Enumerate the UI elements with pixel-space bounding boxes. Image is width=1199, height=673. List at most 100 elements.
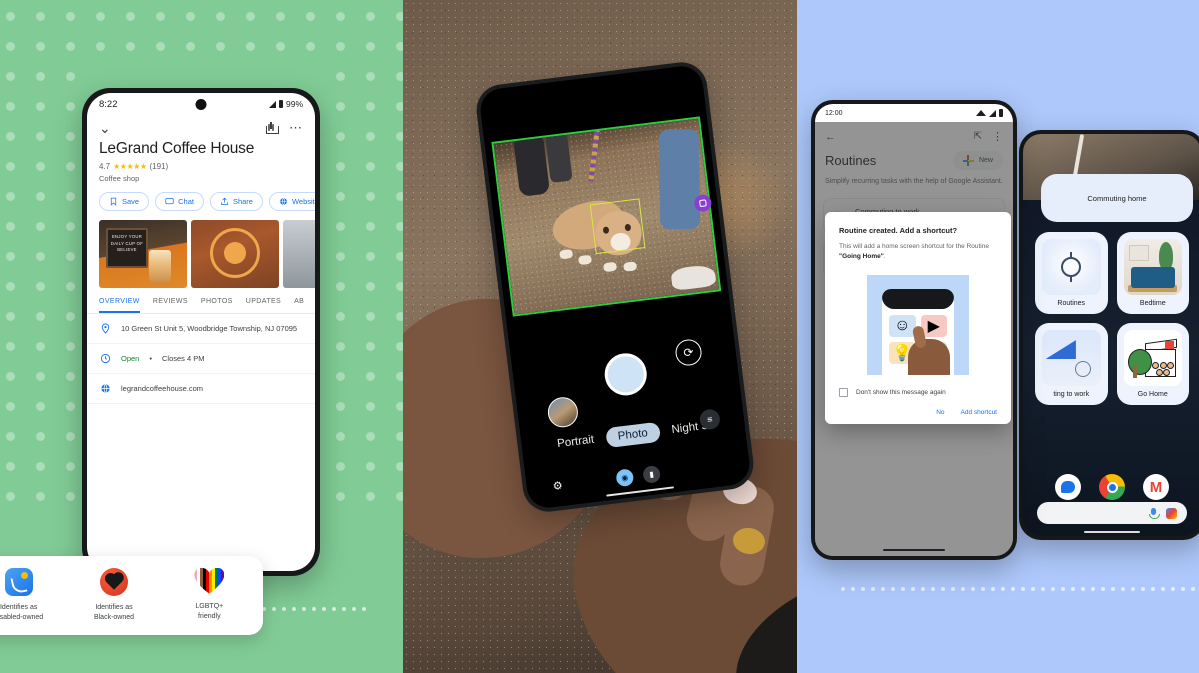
tab-about[interactable]: AB: [294, 298, 304, 313]
gmail-glyph: M: [1149, 478, 1163, 496]
page-title: LeGrand Coffee House: [99, 140, 255, 157]
widget-routines[interactable]: Routines: [1035, 232, 1108, 314]
mode-portrait[interactable]: Portrait: [557, 434, 595, 450]
attribute-lgbtq-friendly[interactable]: LGBTQ+ friendly: [162, 568, 257, 623]
dialog-body-part: This will add a home screen shortcut for…: [839, 243, 989, 250]
hours-row[interactable]: Open • Closes 4 PM: [87, 344, 315, 374]
rating-row: 4.7 ★★★★★ (191): [87, 158, 315, 171]
face-detection-box: [589, 198, 646, 255]
signal-icon: [989, 109, 996, 117]
camera-viewfinder-frame: [491, 116, 722, 317]
chat-icon: [165, 198, 174, 205]
flip-camera-icon[interactable]: ⟳: [674, 338, 704, 368]
detail-tabs: OVERVIEW REVIEWS PHOTOS UPDATES AB: [87, 288, 315, 314]
open-status: Open: [121, 354, 140, 363]
microphone-icon[interactable]: [1149, 507, 1160, 519]
dialog-body: This will add a home screen shortcut for…: [839, 242, 997, 263]
globe-icon: [99, 383, 111, 394]
tab-reviews[interactable]: REVIEWS: [153, 298, 188, 313]
home-indicator: [883, 548, 945, 551]
add-shortcut-dialog: Routine created. Add a shortcut? This wi…: [825, 212, 1011, 424]
globe-icon: [280, 197, 287, 206]
messages-app-icon[interactable]: [1055, 474, 1081, 500]
location-pin-icon: [99, 323, 111, 334]
bedtime-widget-icon: [1123, 239, 1182, 295]
pride-heart-icon: [194, 568, 224, 595]
business-photo[interactable]: ENJOY YOUR DAILY CUP OF BELIEVE: [99, 220, 187, 288]
address-row[interactable]: 10 Green St Unit 5, Woodbridge Township,…: [87, 314, 315, 344]
tab-photos[interactable]: PHOTOS: [201, 298, 233, 313]
shortcut-illustration: ☺ ▶ 💡 💬: [867, 274, 969, 375]
widget-label: Go Home: [1137, 391, 1168, 398]
share-icon: [221, 197, 228, 205]
business-photo[interactable]: [191, 220, 279, 288]
status-time: 8:22: [99, 98, 118, 110]
dialog-title: Routine created. Add a shortcut?: [839, 226, 958, 235]
save-button[interactable]: Save: [99, 192, 150, 211]
tab-updates[interactable]: UPDATES: [246, 298, 281, 313]
tab-overview[interactable]: OVERVIEW: [99, 298, 140, 313]
phone-maps: 8:22 99% ⌄ ⋯ LeGrand Coffee House 4.7 ★★…: [82, 88, 320, 576]
photo-capture-icon[interactable]: ◉: [615, 468, 635, 488]
checkbox-label: Don't show this message again: [856, 388, 946, 396]
share-icon[interactable]: [266, 122, 279, 134]
website-label: Website: [291, 197, 315, 206]
widget-commuting-home[interactable]: Commuting home: [1041, 174, 1193, 222]
more-options-icon[interactable]: ⋯: [289, 121, 303, 134]
search-bar[interactable]: [1037, 502, 1187, 524]
google-lens-icon[interactable]: [1166, 507, 1177, 519]
no-button[interactable]: No: [936, 409, 944, 416]
gmail-app-icon[interactable]: M: [1143, 474, 1169, 500]
panel-camera-photo: ⟳ Portrait Photo Night S ≡ ⚙ ◉ ▮: [403, 0, 797, 673]
disabled-owned-icon: [4, 567, 33, 596]
iced-coffee-cup: [149, 250, 171, 284]
signal-icon: [268, 100, 276, 108]
last-photo-thumbnail[interactable]: [546, 395, 580, 430]
widget-grid: Routines Bedtime ting to work Go Home: [1035, 232, 1189, 405]
website-url: legrandcoffeehouse.com: [121, 384, 204, 393]
hours-separator: •: [149, 354, 152, 363]
illustration-hand: [908, 338, 950, 375]
maps-top-bar: ⌄ ⋯: [87, 115, 315, 137]
wifi-icon: [976, 110, 986, 116]
go-home-widget-icon: [1123, 330, 1182, 386]
photo-strip: ENJOY YOUR DAILY CUP OF BELIEVE: [87, 211, 315, 288]
add-shortcut-button[interactable]: Add shortcut: [961, 409, 998, 416]
decorative-dot-row: [841, 587, 1199, 591]
black-owned-icon: [99, 567, 128, 596]
video-capture-icon[interactable]: ▮: [642, 464, 662, 484]
rating-value: 4.7: [99, 162, 111, 171]
share-label: Share: [232, 197, 253, 206]
action-chip-row: Save Chat Share Website: [87, 183, 315, 211]
website-button[interactable]: Website: [268, 192, 315, 211]
save-label: Save: [122, 197, 140, 206]
widget-commuting-to-work[interactable]: ting to work: [1035, 323, 1108, 405]
attribute-label: Identifies as Black-owned: [93, 603, 135, 621]
panel-maps: 8:22 99% ⌄ ⋯ LeGrand Coffee House 4.7 ★★…: [0, 0, 403, 673]
status-time: 12:00: [825, 109, 843, 117]
battery-icon: [999, 109, 1003, 117]
dont-show-checkbox[interactable]: [839, 387, 848, 397]
attribute-disabled-owned[interactable]: Identifies as disabled-owned: [0, 567, 66, 623]
business-attributes-card: Identifies as disabled-owned Identifies …: [0, 555, 263, 635]
person-jeans: [658, 129, 701, 230]
phone-home-screen: Commuting home Routines Bedtime ting to …: [1019, 130, 1199, 540]
widget-go-home[interactable]: Go Home: [1116, 323, 1189, 405]
chat-button[interactable]: Chat: [155, 192, 204, 211]
dialog-body-end: .: [883, 253, 886, 261]
attribute-black-owned[interactable]: Identifies as Black-owned: [66, 567, 161, 623]
chrome-app-icon[interactable]: [1099, 474, 1125, 500]
attribute-label: LGBTQ+ friendly: [195, 602, 224, 620]
dont-show-again-row[interactable]: Don't show this message again: [839, 387, 997, 397]
screenshot-stage: 8:22 99% ⌄ ⋯ LeGrand Coffee House 4.7 ★★…: [0, 0, 1199, 673]
widget-bedtime[interactable]: Bedtime: [1116, 232, 1189, 314]
chevron-down-icon[interactable]: ⌄: [99, 121, 111, 135]
share-button[interactable]: Share: [209, 192, 263, 211]
mode-photo[interactable]: Photo: [604, 421, 661, 449]
shutter-button[interactable]: [602, 350, 650, 398]
review-count: (191): [149, 162, 169, 171]
app-dock: M: [1023, 474, 1199, 500]
website-row[interactable]: legrandcoffeehouse.com: [87, 374, 315, 404]
business-photo[interactable]: [283, 220, 315, 288]
home-indicator: [606, 485, 674, 497]
